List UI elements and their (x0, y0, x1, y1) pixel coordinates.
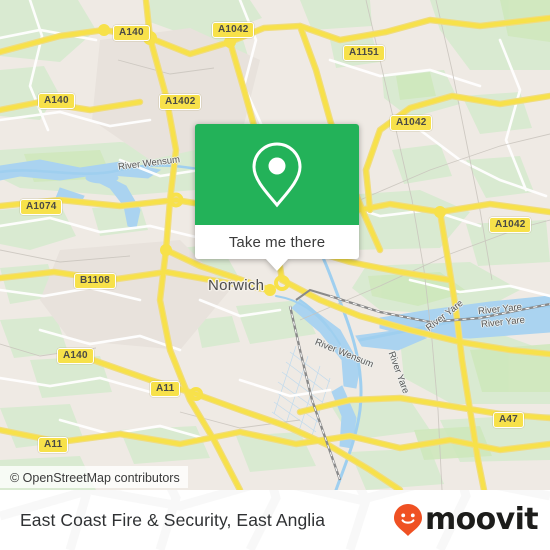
callout-action-label: Take me there (228, 233, 326, 251)
moovit-brand[interactable]: moovit (393, 490, 539, 550)
map-pin-icon (252, 141, 302, 207)
road-shield: A140 (113, 25, 150, 41)
footer-bar: East Coast Fire & Security, East Anglia … (0, 490, 550, 550)
callout-header (195, 124, 359, 225)
osm-attribution[interactable]: © OpenStreetMap contributors (0, 466, 188, 488)
callout-action[interactable]: Take me there (195, 225, 359, 259)
callout-tail (265, 258, 289, 271)
road-shield: A11 (38, 437, 69, 453)
road-shield: A1402 (159, 94, 202, 110)
road-shield: A140 (38, 93, 75, 109)
moovit-wordmark: moovit (424, 502, 539, 537)
road-shield: A1042 (390, 115, 433, 131)
road-shield: A1042 (489, 217, 532, 233)
road-shield: A1042 (212, 22, 255, 38)
road-shield: A11 (150, 381, 181, 397)
road-shield: A1151 (343, 45, 385, 61)
road-shield: B1108 (74, 273, 116, 289)
road-shield: A1074 (20, 199, 63, 215)
place-label-norwich: Norwich (208, 277, 265, 294)
road-shield: A47 (493, 412, 524, 428)
page-title: East Coast Fire & Security, East Anglia (20, 509, 326, 530)
road-shield: A140 (57, 348, 94, 364)
location-callout-card[interactable]: Take me there (195, 124, 359, 271)
map-screenshot: A140 A1042 A1151 A140 A1402 A1042 A1074 … (0, 0, 550, 550)
moovit-pin-icon (393, 504, 422, 536)
map-canvas[interactable]: A140 A1042 A1151 A140 A1402 A1042 A1074 … (0, 0, 550, 490)
